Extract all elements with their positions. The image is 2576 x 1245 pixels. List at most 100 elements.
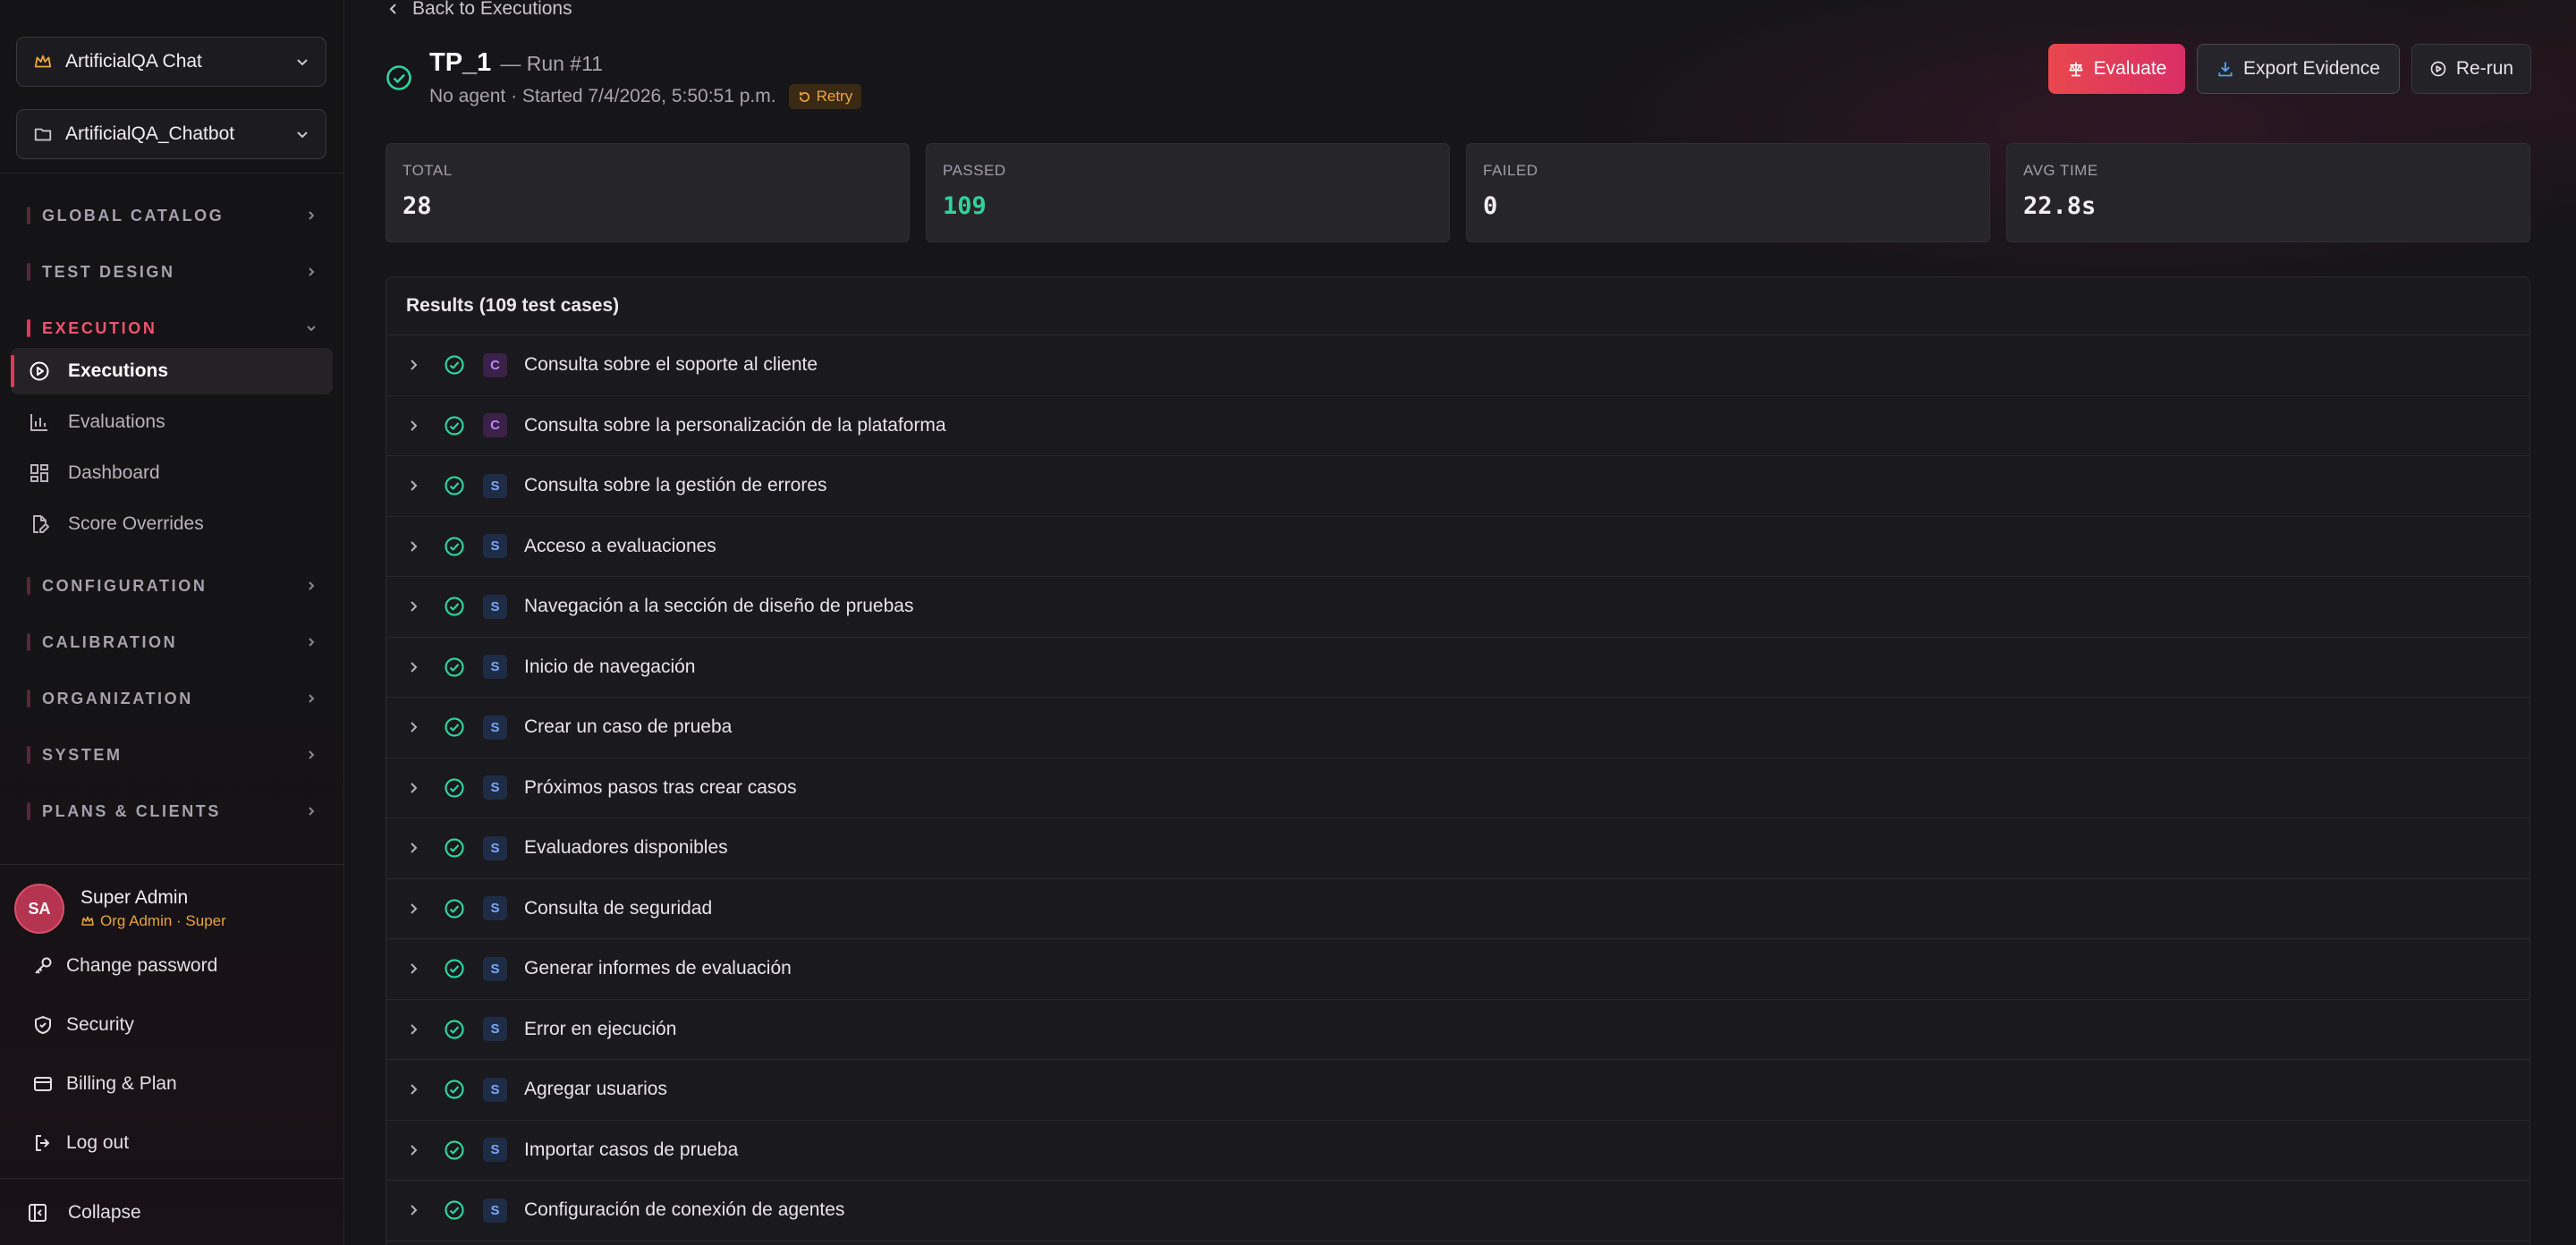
security-link[interactable]: Security [32, 1007, 134, 1043]
user-role: Org Admin · Super [80, 912, 226, 930]
chevron-right-icon [309, 807, 315, 816]
retry-label: Retry [816, 88, 853, 105]
stat-label: TOTAL [402, 162, 453, 179]
table-row[interactable]: C Consulta sobre el soporte al cliente [386, 335, 2529, 396]
test-case-label: Consulta sobre la gestión de errores [524, 475, 827, 496]
rerun-button[interactable]: Re-run [2411, 44, 2531, 94]
scale-icon [2069, 62, 2083, 77]
section-marker [27, 746, 30, 764]
check-circle-icon [444, 1139, 467, 1162]
section-configuration[interactable]: CONFIGURATION [27, 573, 318, 598]
check-circle-icon [444, 535, 467, 558]
table-row[interactable]: S Navegación a la sección de diseño de pr… [386, 577, 2529, 638]
table-row[interactable]: S Error en ejecución [386, 1000, 2529, 1060]
billing-link[interactable]: Billing & Plan [32, 1066, 177, 1102]
chevron-right-icon [309, 581, 315, 590]
change-password-label: Change password [66, 955, 218, 976]
run-name: TP_1 [429, 48, 492, 77]
user-role-label: Org Admin · Super [100, 912, 226, 929]
check-circle-icon [444, 897, 467, 920]
chevron-right-icon[interactable] [406, 658, 424, 676]
chevron-right-icon[interactable] [406, 538, 424, 555]
stat-value: 28 [402, 192, 432, 220]
chevron-right-icon[interactable] [406, 960, 424, 978]
bar-chart-icon [29, 411, 50, 433]
table-row[interactable]: S Evaluadores disponibles [386, 818, 2529, 879]
logout-icon [32, 1132, 54, 1154]
main-content: Back to Executions TP_1 — Run #11 No age… [344, 0, 2576, 1245]
section-execution[interactable]: EXECUTION [27, 316, 318, 341]
table-row[interactable]: S Consulta de seguridad [386, 879, 2529, 939]
chevron-right-icon[interactable] [406, 900, 424, 918]
evaluate-label: Evaluate [2093, 58, 2167, 79]
collapse-button[interactable]: Collapse [27, 1195, 141, 1231]
stat-card-avg-time: AVG TIME 22.8s [2006, 143, 2530, 242]
nav-label: Dashboard [68, 462, 160, 483]
table-row[interactable]: S Agregar usuarios [386, 1060, 2529, 1121]
table-row[interactable]: S Acceso a evaluaciones [386, 517, 2529, 577]
section-label: PLANS & CLIENTS [42, 801, 222, 820]
section-system[interactable]: SYSTEM [27, 742, 318, 767]
chevron-right-icon[interactable] [406, 1141, 424, 1159]
retry-icon [799, 91, 809, 102]
chevron-right-icon[interactable] [406, 1021, 424, 1038]
section-global-catalog[interactable]: GLOBAL CATALOG [27, 203, 318, 228]
section-label: GLOBAL CATALOG [42, 206, 225, 224]
table-row[interactable]: S Configuración de conexión de agentes [386, 1181, 2529, 1241]
section-plans-clients[interactable]: PLANS & CLIENTS [27, 799, 318, 824]
logo-icon [93, 0, 120, 7]
chevron-right-icon[interactable] [406, 597, 424, 615]
chevron-right-icon [309, 267, 315, 276]
table-row[interactable]: S Consulta sobre la gestión de errores [386, 456, 2529, 517]
section-organization[interactable]: ORGANIZATION [27, 686, 318, 711]
test-type-badge: S [483, 715, 507, 740]
user-profile: SA Super Admin Org Admin · Super [14, 882, 327, 936]
export-label: Export Evidence [2243, 58, 2380, 79]
back-to-executions-link[interactable]: Back to Executions [387, 0, 572, 23]
table-row[interactable]: C Consulta sobre la personalización de la… [386, 396, 2529, 456]
change-password-link[interactable]: Change password [32, 948, 217, 984]
table-row[interactable]: S Próximos pasos tras crear casos [386, 758, 2529, 818]
nav-score-overrides[interactable]: Score Overrides [11, 501, 333, 547]
test-case-label: Evaluadores disponibles [524, 837, 728, 859]
chevron-right-icon[interactable] [406, 718, 424, 736]
section-test-design[interactable]: TEST DESIGN [27, 259, 318, 284]
section-marker [27, 802, 30, 820]
user-name: Super Admin [80, 887, 189, 908]
test-case-label: Inicio de navegación [524, 656, 696, 677]
project-selector-label: ArtificialQA_Chatbot [65, 123, 235, 144]
chevron-right-icon[interactable] [406, 779, 424, 797]
check-circle-icon [444, 474, 467, 497]
chevron-right-icon[interactable] [406, 417, 424, 435]
logout-label: Log out [66, 1132, 130, 1153]
chevron-right-icon[interactable] [406, 1201, 424, 1219]
chevron-left-icon [389, 4, 396, 14]
check-circle-icon [444, 1078, 467, 1101]
test-type-badge: S [483, 1198, 507, 1223]
chevron-right-icon[interactable] [406, 477, 424, 495]
table-row[interactable]: S Crear un caso de prueba [386, 698, 2529, 758]
table-row[interactable]: S Generar informes de evaluación [386, 939, 2529, 1000]
folder-icon [33, 123, 55, 145]
export-evidence-button[interactable]: Export Evidence [2197, 44, 2400, 94]
page-title: TP_1 — Run #11 [429, 48, 603, 78]
table-row[interactable]: S Inicio de navegación [386, 638, 2529, 698]
nav-dashboard[interactable]: Dashboard [11, 450, 333, 496]
chevron-right-icon[interactable] [406, 839, 424, 857]
chevron-right-icon[interactable] [406, 356, 424, 374]
evaluate-button[interactable]: Evaluate [2048, 44, 2185, 94]
crown-icon [81, 916, 94, 926]
section-calibration[interactable]: CALIBRATION [27, 630, 318, 655]
check-circle-icon [444, 716, 467, 739]
test-case-label: Agregar usuarios [524, 1079, 667, 1100]
chevron-right-icon[interactable] [406, 1080, 424, 1098]
nav-executions[interactable]: Executions [11, 348, 333, 394]
nav-evaluations[interactable]: Evaluations [11, 399, 333, 445]
results-panel: Results (109 test cases) C Consulta sobre… [386, 276, 2530, 1245]
project-selector[interactable]: ArtificialQA_Chatbot [16, 109, 326, 159]
logout-link[interactable]: Log out [32, 1125, 129, 1161]
org-selector[interactable]: ArtificialQA Chat [16, 37, 326, 87]
table-row[interactable]: S Importar casos de prueba [386, 1121, 2529, 1181]
stat-label: PASSED [943, 162, 1006, 179]
section-marker [27, 207, 30, 224]
